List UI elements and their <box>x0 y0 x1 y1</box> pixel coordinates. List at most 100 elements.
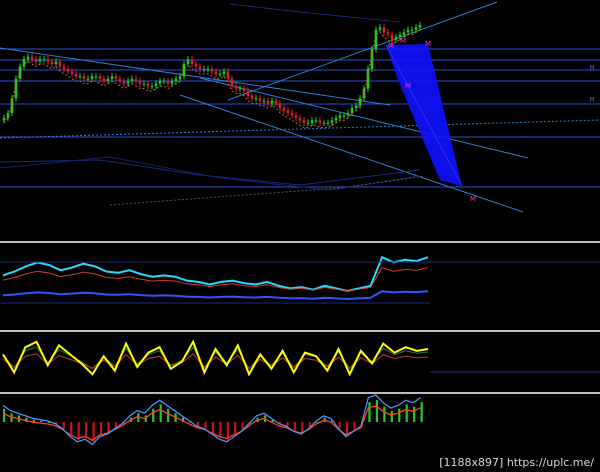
macd-bar <box>398 408 401 422</box>
candle-body <box>198 66 202 69</box>
candle-body <box>346 112 350 116</box>
candle-body <box>58 61 62 67</box>
candle-body <box>274 100 278 104</box>
candle-body <box>318 120 322 123</box>
candle-body <box>278 103 282 109</box>
channel-upper-line <box>227 1 498 101</box>
candle-body <box>242 88 246 91</box>
candle-body <box>374 29 378 50</box>
candle-body <box>122 81 126 84</box>
macd-signal-blue <box>2 394 421 446</box>
candle-body <box>94 76 98 78</box>
candle-body <box>154 83 158 87</box>
candle-body <box>290 112 294 116</box>
candle-body <box>102 78 106 82</box>
pattern-point-label: M <box>470 195 476 203</box>
candle-body <box>394 37 398 40</box>
candle-body <box>238 88 242 90</box>
candle-body <box>214 71 218 74</box>
macd-bar <box>293 422 296 431</box>
candle-body <box>338 115 342 118</box>
candle-body <box>282 108 286 111</box>
candle-body <box>406 29 410 33</box>
macd-bar <box>338 422 341 429</box>
candle-body <box>162 81 166 83</box>
candle-body <box>386 32 390 35</box>
candle-body <box>30 56 34 60</box>
macd-bar <box>107 422 110 433</box>
candle-body <box>314 120 318 122</box>
candle-body <box>50 61 54 65</box>
candle-body <box>90 76 94 79</box>
candle-body <box>254 98 258 100</box>
candle-body <box>302 120 306 123</box>
candle-body <box>250 95 254 99</box>
macd-bar <box>368 402 371 422</box>
pattern-point-label: M <box>388 42 394 50</box>
candle-body <box>354 105 358 109</box>
candle-body <box>258 98 262 101</box>
macd-bar <box>167 408 170 422</box>
trading-chart-canvas[interactable]: M MMMM <box>0 0 600 472</box>
candle-body <box>2 117 6 121</box>
candle-body <box>202 68 206 70</box>
candle-body <box>78 76 82 78</box>
candle-body <box>190 59 194 65</box>
macd-bar <box>62 422 65 429</box>
candle-body <box>294 115 298 118</box>
candle-body <box>194 64 198 67</box>
candle-body <box>234 86 238 89</box>
candle-body <box>286 110 290 113</box>
candle-body <box>126 81 130 84</box>
candle-body <box>82 76 86 79</box>
macd-bar <box>301 422 304 433</box>
candle-body <box>414 27 418 30</box>
candle-body <box>70 71 74 74</box>
candle-body <box>358 98 362 106</box>
candle-body <box>66 68 70 72</box>
candle-body <box>226 71 230 79</box>
candle-body <box>110 76 114 79</box>
candle-body <box>142 83 146 85</box>
macd-bar <box>420 402 423 422</box>
candle-body <box>118 78 122 82</box>
macd-bar <box>70 422 73 436</box>
candle-body <box>38 59 42 62</box>
candle-body <box>270 100 274 104</box>
macd-bar <box>413 406 416 422</box>
candle-body <box>306 122 310 124</box>
candle-body <box>262 100 266 102</box>
macd-bar <box>383 406 386 422</box>
candle-body <box>174 78 178 82</box>
macd-bar <box>40 420 43 422</box>
envelope-line <box>0 156 421 191</box>
candle-body <box>218 73 222 75</box>
macd-bar <box>405 404 408 422</box>
candle-body <box>210 68 214 72</box>
macd-bar <box>77 422 80 440</box>
candle-body <box>134 78 138 82</box>
candle-body <box>26 56 30 60</box>
candle-body <box>322 122 326 124</box>
candle-body <box>106 78 110 82</box>
candle-body <box>230 78 234 87</box>
candle-body <box>42 59 46 61</box>
candle-body <box>310 120 314 123</box>
candle-body <box>130 78 134 82</box>
panel-separator[interactable] <box>0 392 600 394</box>
panel-separator[interactable] <box>0 330 600 332</box>
macd-bar <box>204 422 207 429</box>
candle-body <box>158 81 162 84</box>
envelope-line <box>229 3 401 23</box>
candle-body <box>146 83 150 87</box>
candle-body <box>74 73 78 77</box>
pattern-point-label: M <box>405 82 411 90</box>
candle-body <box>410 29 414 31</box>
candle-body <box>266 100 270 104</box>
candle-body <box>170 81 174 84</box>
pattern-point-label: M <box>400 37 406 45</box>
macd-bar <box>390 411 393 422</box>
candle-body <box>54 61 58 65</box>
macd-bar <box>85 422 88 438</box>
panel-separator[interactable] <box>0 241 600 243</box>
